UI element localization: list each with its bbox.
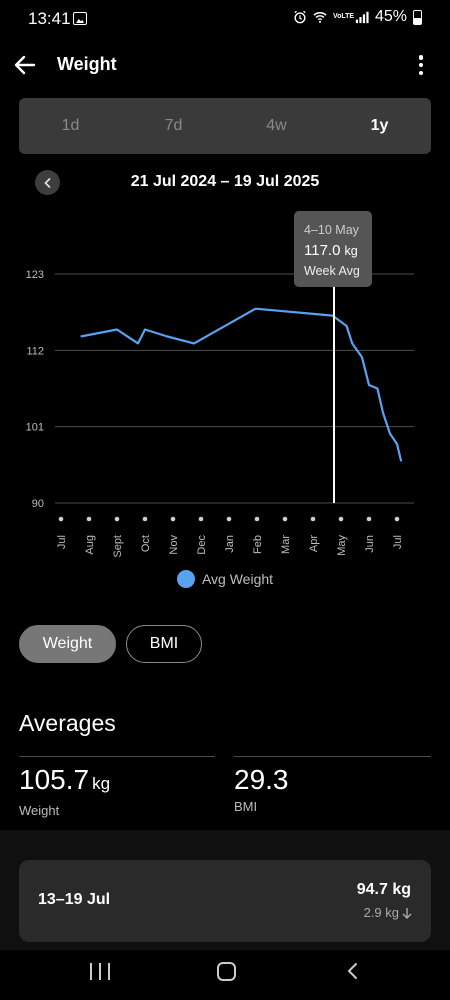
x-tick-label: Sept [112,535,124,558]
status-icons: VoLTE 45% [293,8,422,26]
tab-4w[interactable]: 4w [225,98,328,154]
x-tick-label: May [336,535,348,556]
page-title: Weight [57,54,117,74]
average-bmi-label: BMI [234,799,258,814]
x-tick-dot [198,516,204,522]
chart-tooltip: 4–10 May 117.0 kg Week Avg [294,211,372,287]
x-tick-dot [86,516,92,522]
x-tick-dot [254,516,260,522]
tooltip-date: 4–10 May [304,223,360,237]
weight-metric-button[interactable]: Weight [19,625,116,663]
arrow-down-icon [402,907,412,919]
week-weight: 94.7 kg [356,881,411,898]
x-tick-dot [394,516,400,522]
status-bar: 13:41 VoLTE 45% [0,0,450,38]
tab-1y[interactable]: 1y [328,98,431,154]
week-summary-card[interactable]: 13–19 Jul 94.7 kg 2.9 kg [19,860,431,942]
average-weight-value: 105.7 kg [19,764,111,795]
x-tick-dot [366,516,372,522]
battery-icon [413,9,422,25]
x-tick-dot [170,516,176,522]
x-tick-label: Apr [308,535,320,552]
average-weight-label: Weight [19,803,60,818]
home-icon[interactable] [217,962,236,981]
system-navigation-bar [0,950,450,1000]
x-tick-label: Jun [364,535,376,553]
averages-heading: Averages [19,710,116,736]
x-tick-dot [282,516,288,522]
x-tick-label: Dec [196,535,208,555]
status-time: 13:41 [28,9,71,28]
x-tick-dot [114,516,120,522]
week-range: 13–19 Jul [38,891,111,908]
legend-label: Avg Weight [201,571,274,587]
recent-apps-icon[interactable] [90,963,110,980]
x-tick-dot [58,516,64,522]
legend-swatch [176,570,195,588]
x-tick-dot [310,516,316,522]
average-bmi-value: 29.3 [234,764,289,795]
volte-icon: VoLTE [332,13,355,20]
x-tick-label: Jul [56,535,68,549]
chart-legend: Avg Weight [0,570,450,588]
tooltip-label: Week Avg [304,264,360,278]
tooltip-value: 117.0 kg [304,242,358,259]
x-tick-label: Feb [252,535,264,554]
tab-7d[interactable]: 7d [122,98,225,154]
x-tick-label: Aug [84,535,96,555]
alarm-icon [294,10,306,24]
avg-weight-line [80,307,403,462]
bmi-metric-button[interactable]: BMI [126,625,202,663]
x-tick-dot [338,516,344,522]
gallery-notification-icon [73,12,87,25]
average-bmi-card: 29.3 BMI [234,756,431,814]
weight-line-chart[interactable]: 123 112 101 90 Jul Aug Sept Oct Nov Dec Jan Feb Mar… [0,205,450,565]
x-tick-label: Oct [140,535,152,552]
signal-icon [355,11,369,24]
x-tick-label: Mar [280,535,292,554]
x-tick-dot [142,516,148,522]
battery-percent: 45% [374,8,407,25]
back-arrow-icon[interactable] [12,52,38,78]
average-weight-card: 105.7 kg Weight [19,756,215,818]
x-tick-label: Jul [392,535,404,549]
x-tick-label: Jan [224,535,236,553]
tab-1d[interactable]: 1d [19,98,122,154]
time-range-tabs: 1d 7d 4w 1y [19,98,431,154]
wifi-icon [313,12,327,23]
y-tick-label: 90 [32,498,44,510]
x-tick-dot [226,516,232,522]
y-tick-label: 123 [26,269,44,281]
x-tick-label: Nov [168,535,180,555]
y-tick-label: 101 [26,422,44,434]
app-bar: Weight [0,44,450,88]
week-change: 2.9 kg [364,905,412,920]
more-options-icon[interactable] [416,52,426,78]
date-range-label: 21 Jul 2024 – 19 Jul 2025 [130,173,320,190]
nav-back-icon[interactable] [343,961,363,981]
y-tick-label: 112 [26,345,44,357]
